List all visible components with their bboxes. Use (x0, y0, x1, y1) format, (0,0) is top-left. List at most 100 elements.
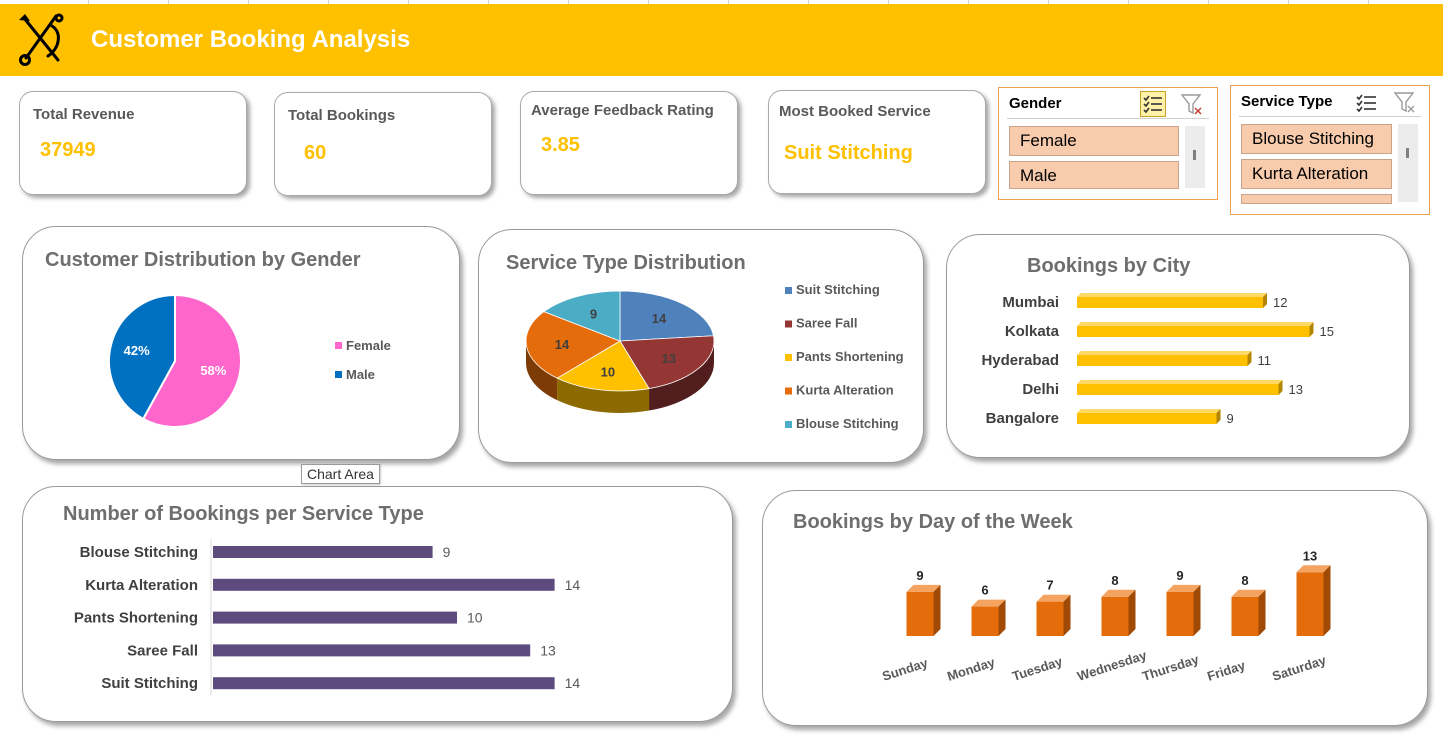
gender-pie-card[interactable]: Customer Distribution by Gender 58% Femal… (22, 226, 460, 460)
data-label: 42% (124, 343, 150, 358)
slicer-item-partial[interactable] (1241, 194, 1392, 204)
column-side (1063, 594, 1071, 636)
service-type-pie-card[interactable]: Service Type Distribution 14 13 10 14 9 Suit … (478, 229, 924, 463)
column-side (1323, 565, 1331, 636)
column (971, 606, 999, 636)
legend-swatch (335, 371, 342, 378)
data-label: 7 (1046, 578, 1053, 593)
bar-top (1077, 293, 1267, 297)
legend-label: Blouse Stitching (796, 416, 899, 431)
page-title: Customer Booking Analysis (91, 26, 411, 53)
column (1296, 572, 1324, 636)
category-label: Friday (1205, 657, 1247, 684)
legend-swatch (785, 320, 792, 328)
gender-slicer[interactable]: Gender Female Male (998, 87, 1218, 200)
slicer-item-female[interactable]: Female (1009, 126, 1179, 156)
bar (213, 546, 433, 558)
category-label: Saturday (1270, 652, 1328, 684)
kpi-label: Total Revenue (33, 106, 135, 123)
legend-swatch (785, 287, 792, 294)
service-bar-card[interactable]: Number of Bookings per Service Type Blou… (22, 486, 733, 722)
slicer-item-blouse-stitching[interactable]: Blouse Stitching (1241, 124, 1392, 154)
slicer-scrollbar[interactable] (1185, 126, 1205, 188)
data-label: 8 (1241, 573, 1248, 588)
data-label: 13 (1289, 382, 1303, 397)
kpi-most-booked-service: Most Booked Service Suit Stitching (768, 90, 986, 194)
category-label: Mumbai (1002, 294, 1059, 311)
category-label: Kurta Alteration (85, 577, 198, 594)
kpi-label: Total Bookings (288, 107, 396, 124)
bar-top (1077, 380, 1283, 384)
kpi-total-revenue: Total Revenue 37949 (19, 91, 247, 195)
column (1231, 596, 1259, 636)
category-label: Hyderabad (981, 352, 1059, 369)
bar-top (1077, 322, 1314, 326)
column (906, 591, 934, 636)
service-type-bar-chart: Blouse Stitching 9 Kurta Alteration 14 Pants… (74, 539, 581, 695)
city-bar-chart: Mumbai 12 Kolkata 15 Hyderabad 11 Delhi 13 Banga… (981, 293, 1334, 427)
bar (213, 644, 531, 657)
category-label: Bangalore (986, 410, 1059, 427)
scrollbar-thumb[interactable] (1193, 150, 1196, 160)
kpi-value: 60 (304, 142, 327, 164)
bar (213, 611, 457, 624)
data-label: 14 (565, 577, 581, 593)
column-side (1128, 589, 1136, 636)
legend-label: Saree Fall (796, 316, 857, 331)
slicer-item-kurta-alteration[interactable]: Kurta Alteration (1241, 159, 1392, 189)
data-label: 58% (200, 363, 226, 378)
data-label: 14 (555, 337, 570, 352)
bar (1077, 413, 1217, 424)
data-label: 13 (1303, 548, 1317, 563)
data-label: 8 (1111, 573, 1118, 588)
data-label: 9 (916, 568, 923, 583)
column-side (933, 584, 941, 636)
slicer-divider (1239, 116, 1421, 117)
weekday-column-card[interactable]: Bookings by Day of the Week 9 Sunday 6 Mond… (762, 490, 1428, 726)
multi-select-icon[interactable] (1140, 91, 1166, 117)
data-label: 6 (981, 583, 988, 598)
data-label: 14 (652, 311, 667, 326)
sewing-needle-scissors-icon (19, 13, 64, 66)
slicer-divider (1007, 118, 1209, 119)
slicer-scrollbar[interactable] (1398, 124, 1418, 202)
category-label: Blouse Stitching (80, 544, 198, 561)
data-label: 13 (662, 351, 676, 366)
bar (1077, 297, 1263, 308)
data-label: 14 (565, 675, 581, 691)
bar (1077, 384, 1279, 395)
column (1036, 601, 1064, 636)
bar (213, 677, 555, 690)
weekday-column-chart: 9 Sunday 6 Monday 7 Tuesday 8 Wednesday 9 Thursda… (880, 548, 1331, 684)
category-label: Suit Stitching (101, 675, 198, 692)
category-label: Saree Fall (127, 642, 198, 659)
category-label: Thursday (1140, 651, 1201, 684)
data-label: 9 (443, 544, 451, 560)
slicer-item-male[interactable]: Male (1009, 161, 1179, 189)
data-label: 15 (1320, 324, 1334, 339)
bar (1077, 326, 1310, 337)
pie-slice (619, 290, 714, 342)
header-banner: Customer Booking Analysis (0, 4, 1443, 76)
city-bar-card[interactable]: Bookings by City Mumbai 12 Kolkata 15 Hydera… (946, 234, 1410, 458)
kpi-label: Most Booked Service (779, 103, 931, 120)
legend-swatch (785, 421, 792, 428)
service-type-slicer[interactable]: Service Type Blouse Stitching Kurta Alte… (1230, 85, 1430, 215)
column (1101, 596, 1129, 636)
scrollbar-thumb[interactable] (1406, 148, 1409, 158)
legend-label: Pants Shortening (796, 349, 904, 364)
data-label: 9 (1227, 411, 1234, 426)
legend-label: Suit Stitching (796, 282, 880, 297)
kpi-average-feedback-rating: Average Feedback Rating 3.85 (520, 91, 738, 195)
clear-filter-icon[interactable] (1180, 92, 1206, 118)
multi-select-icon[interactable] (1354, 90, 1380, 116)
legend-swatch (335, 342, 342, 349)
chart-area-tooltip: Chart Area (301, 464, 380, 484)
category-label: Wednesday (1075, 647, 1149, 684)
kpi-label: Average Feedback Rating (531, 102, 714, 119)
slicer-title: Gender (1009, 95, 1062, 112)
data-label: 12 (1273, 295, 1287, 310)
clear-filter-icon[interactable] (1393, 90, 1419, 116)
column-side (1258, 589, 1266, 636)
kpi-total-bookings: Total Bookings 60 (274, 92, 492, 196)
